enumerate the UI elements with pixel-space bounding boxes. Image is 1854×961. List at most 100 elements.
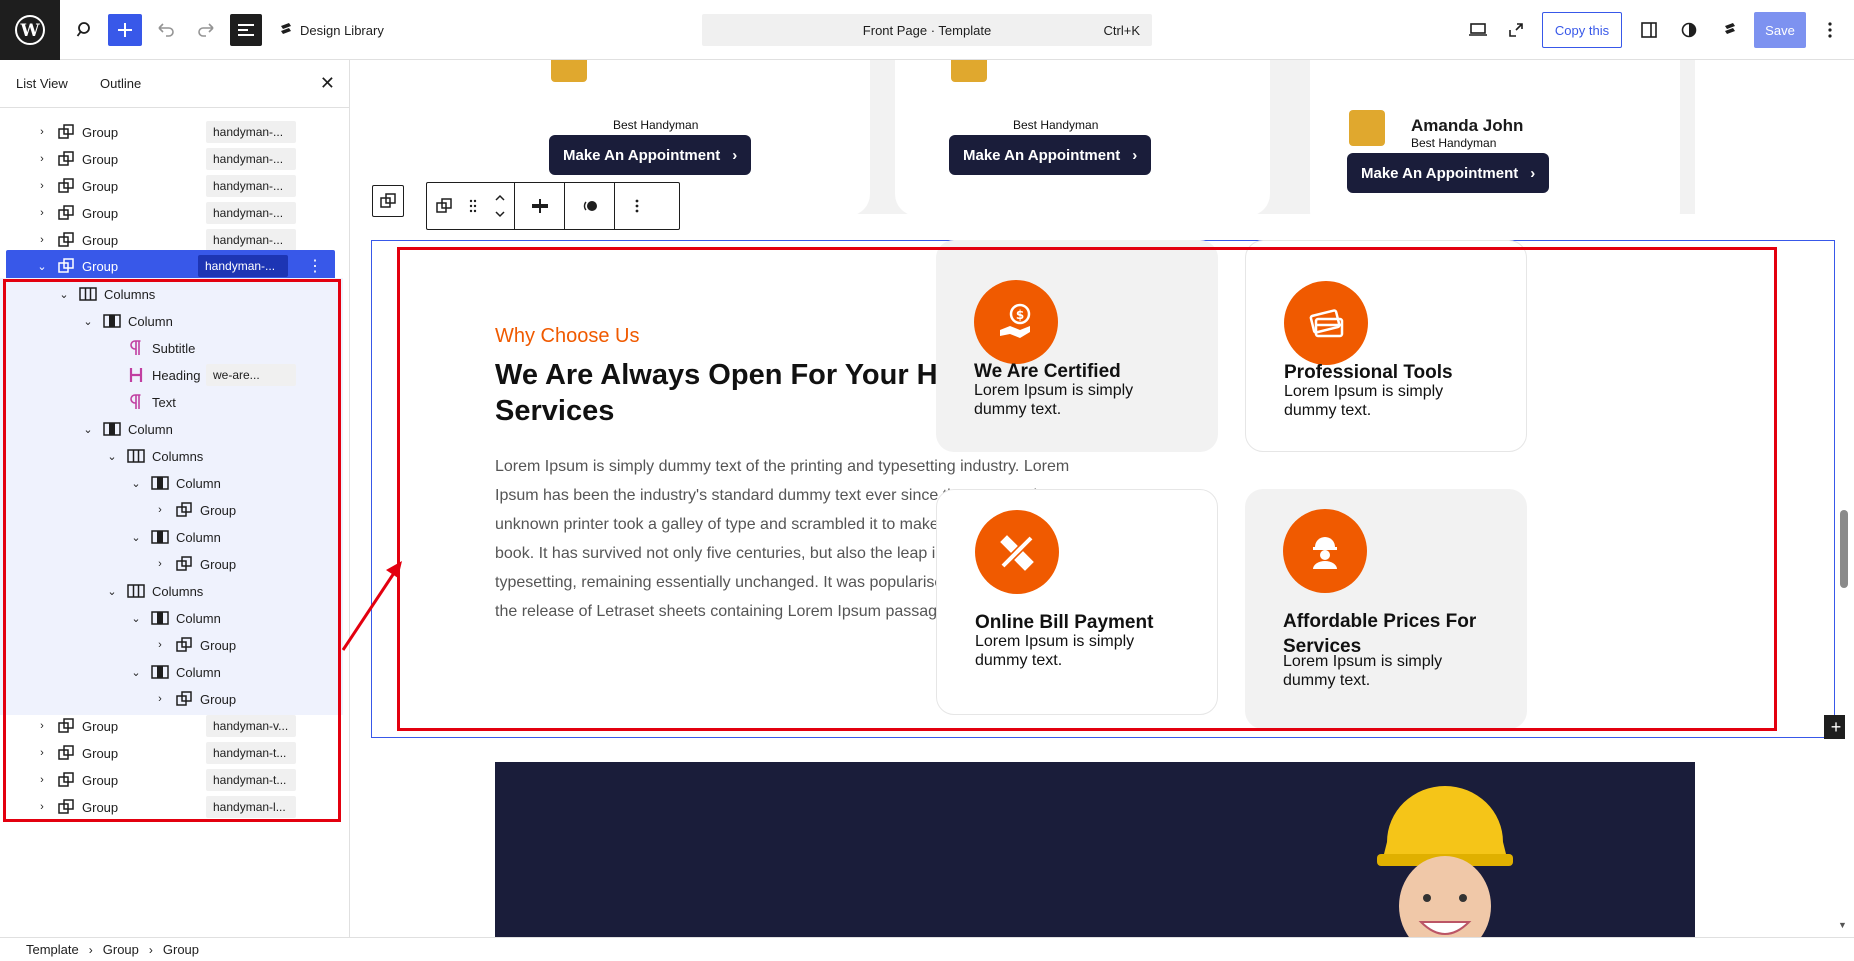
chevron-right-icon[interactable]: › bbox=[34, 801, 50, 813]
chevron-down-icon[interactable]: ⌄ bbox=[128, 477, 144, 490]
design-library-icon bbox=[281, 23, 291, 36]
justify-button[interactable] bbox=[515, 183, 565, 229]
group-icon bbox=[380, 193, 396, 208]
group-icon bbox=[172, 637, 196, 653]
block-name-tag: handyman-... bbox=[206, 175, 296, 197]
editor-canvas: Best Handyman Make An Appointment › Best… bbox=[351, 60, 1845, 937]
plugin-button[interactable] bbox=[1712, 12, 1748, 48]
chevron-down-icon[interactable]: ⌄ bbox=[34, 260, 50, 273]
appointment-label: Make An Appointment bbox=[1361, 164, 1519, 182]
list-view-row-label: Subtitle bbox=[152, 340, 196, 356]
chevron-down-icon[interactable]: ⌄ bbox=[128, 666, 144, 679]
group-icon bbox=[172, 691, 196, 707]
feature-card[interactable]: Online Bill Payment Lorem Ipsum is simpl… bbox=[936, 489, 1218, 715]
chevron-right-icon[interactable]: › bbox=[34, 720, 50, 732]
list-view-row[interactable]: › Group handyman-l... bbox=[0, 791, 343, 823]
chevron-down-icon[interactable]: ⌄ bbox=[128, 612, 144, 625]
drag-handle-icon[interactable] bbox=[469, 199, 477, 213]
block-inserter-button[interactable] bbox=[108, 14, 142, 46]
columns-icon bbox=[76, 287, 100, 301]
group-icon bbox=[54, 178, 78, 194]
design-library-button[interactable]: Design Library bbox=[278, 18, 384, 42]
chevron-down-icon[interactable]: ⌄ bbox=[104, 450, 120, 463]
chevron-down-icon[interactable]: ⌄ bbox=[80, 423, 96, 436]
save-button[interactable]: Save bbox=[1754, 12, 1806, 48]
feature-card[interactable]: $ We Are Certified Lorem Ipsum is simply… bbox=[936, 240, 1218, 452]
options-menu-button[interactable] bbox=[1812, 12, 1848, 48]
worker-image bbox=[1377, 786, 1513, 937]
list-view-row-label: Group bbox=[200, 691, 237, 707]
copy-this-button[interactable]: Copy this bbox=[1542, 12, 1622, 48]
chevron-right-icon[interactable]: › bbox=[34, 747, 50, 759]
chevron-right-icon[interactable]: › bbox=[152, 693, 168, 705]
add-block-button[interactable]: + bbox=[1824, 715, 1845, 739]
tab-list-view[interactable]: List View bbox=[16, 76, 68, 91]
chevron-right-icon: › bbox=[732, 146, 738, 164]
undo-button[interactable] bbox=[148, 12, 184, 48]
chevron-down-icon[interactable]: ⌄ bbox=[56, 288, 72, 301]
chevron-right-icon[interactable]: › bbox=[152, 504, 168, 516]
group-icon bbox=[54, 124, 78, 140]
search-button[interactable] bbox=[67, 12, 103, 48]
chevron-right-icon: › bbox=[88, 942, 93, 957]
select-parent-button[interactable] bbox=[372, 185, 404, 217]
make-appointment-button[interactable]: Make An Appointment › bbox=[549, 135, 752, 175]
chevron-right-icon[interactable]: › bbox=[152, 639, 168, 651]
command-shortcut: Ctrl+K bbox=[1103, 23, 1140, 38]
group-icon bbox=[172, 556, 196, 572]
chevron-right-icon[interactable]: › bbox=[34, 180, 50, 192]
tools-icon bbox=[975, 510, 1059, 594]
plugin-logo-icon bbox=[1725, 23, 1735, 36]
device-preview-button[interactable] bbox=[1460, 12, 1496, 48]
wordpress-logo-button[interactable]: W bbox=[0, 0, 60, 60]
chevron-right-icon[interactable]: › bbox=[34, 774, 50, 786]
command-palette-bar[interactable]: Front Page · Template Ctrl+K bbox=[702, 14, 1152, 46]
column-icon bbox=[148, 530, 172, 544]
block-name-tag: handyman-t... bbox=[206, 742, 296, 764]
block-name-tag: we-are... bbox=[206, 364, 296, 386]
chevron-right-icon[interactable]: › bbox=[152, 558, 168, 570]
move-up-down-icon[interactable] bbox=[494, 192, 506, 220]
feature-card[interactable]: Affordable Prices For Services Lorem Ips… bbox=[1245, 489, 1527, 729]
block-name-tag: handyman-t... bbox=[206, 769, 296, 791]
list-view-row-label: Columns bbox=[104, 286, 156, 302]
styles-button[interactable] bbox=[1671, 12, 1707, 48]
heading-icon bbox=[124, 367, 148, 383]
list-view-row-label: Columns bbox=[152, 583, 204, 599]
feature-card[interactable]: Professional Tools Lorem Ipsum is simply… bbox=[1245, 240, 1527, 452]
chevron-right-icon[interactable]: › bbox=[34, 153, 50, 165]
chevron-right-icon: › bbox=[148, 942, 153, 957]
chevron-down-icon[interactable]: ⌄ bbox=[80, 315, 96, 328]
sidebar-tabs: List View Outline ✕ bbox=[0, 60, 349, 108]
make-appointment-button[interactable]: Make An Appointment › bbox=[1347, 153, 1550, 193]
group-icon bbox=[54, 745, 78, 761]
settings-sidebar-button[interactable] bbox=[1631, 12, 1667, 48]
chevron-right-icon[interactable]: › bbox=[34, 207, 50, 219]
section-subtitle[interactable]: Why Choose Us bbox=[495, 325, 640, 348]
block-options-button[interactable] bbox=[615, 183, 659, 229]
styles-variation-button[interactable] bbox=[565, 183, 615, 229]
breadcrumb-item-template[interactable]: Template bbox=[26, 942, 79, 957]
breadcrumb-item-group[interactable]: Group bbox=[103, 942, 139, 957]
chevron-right-icon[interactable]: › bbox=[34, 234, 50, 246]
list-view-row-label: Group bbox=[200, 637, 237, 653]
canvas-scrollbar[interactable] bbox=[1840, 510, 1848, 588]
close-icon[interactable]: ✕ bbox=[320, 73, 335, 94]
team-role: Best Handyman bbox=[1013, 118, 1099, 132]
group-icon bbox=[54, 151, 78, 167]
group-icon[interactable] bbox=[435, 198, 452, 214]
list-view-row-label: Column bbox=[176, 529, 221, 545]
block-tree: › Group handyman-... › Group handyman-... › Gro… bbox=[0, 108, 349, 937]
scroll-down-arrow[interactable]: ▼ bbox=[1838, 920, 1847, 930]
chevron-down-icon[interactable]: ⌄ bbox=[128, 531, 144, 544]
redo-button[interactable] bbox=[188, 12, 224, 48]
block-name-tag: handyman-... bbox=[206, 229, 296, 251]
chevron-down-icon[interactable]: ⌄ bbox=[104, 585, 120, 598]
tab-outline[interactable]: Outline bbox=[100, 76, 141, 91]
view-fullscreen-button[interactable] bbox=[1498, 12, 1534, 48]
breadcrumb-item-group[interactable]: Group bbox=[163, 942, 199, 957]
document-overview-button[interactable] bbox=[230, 14, 262, 46]
chevron-right-icon[interactable]: › bbox=[34, 126, 50, 138]
more-vertical-icon[interactable]: ⋮ bbox=[307, 256, 323, 276]
make-appointment-button[interactable]: Make An Appointment › bbox=[949, 135, 1152, 175]
